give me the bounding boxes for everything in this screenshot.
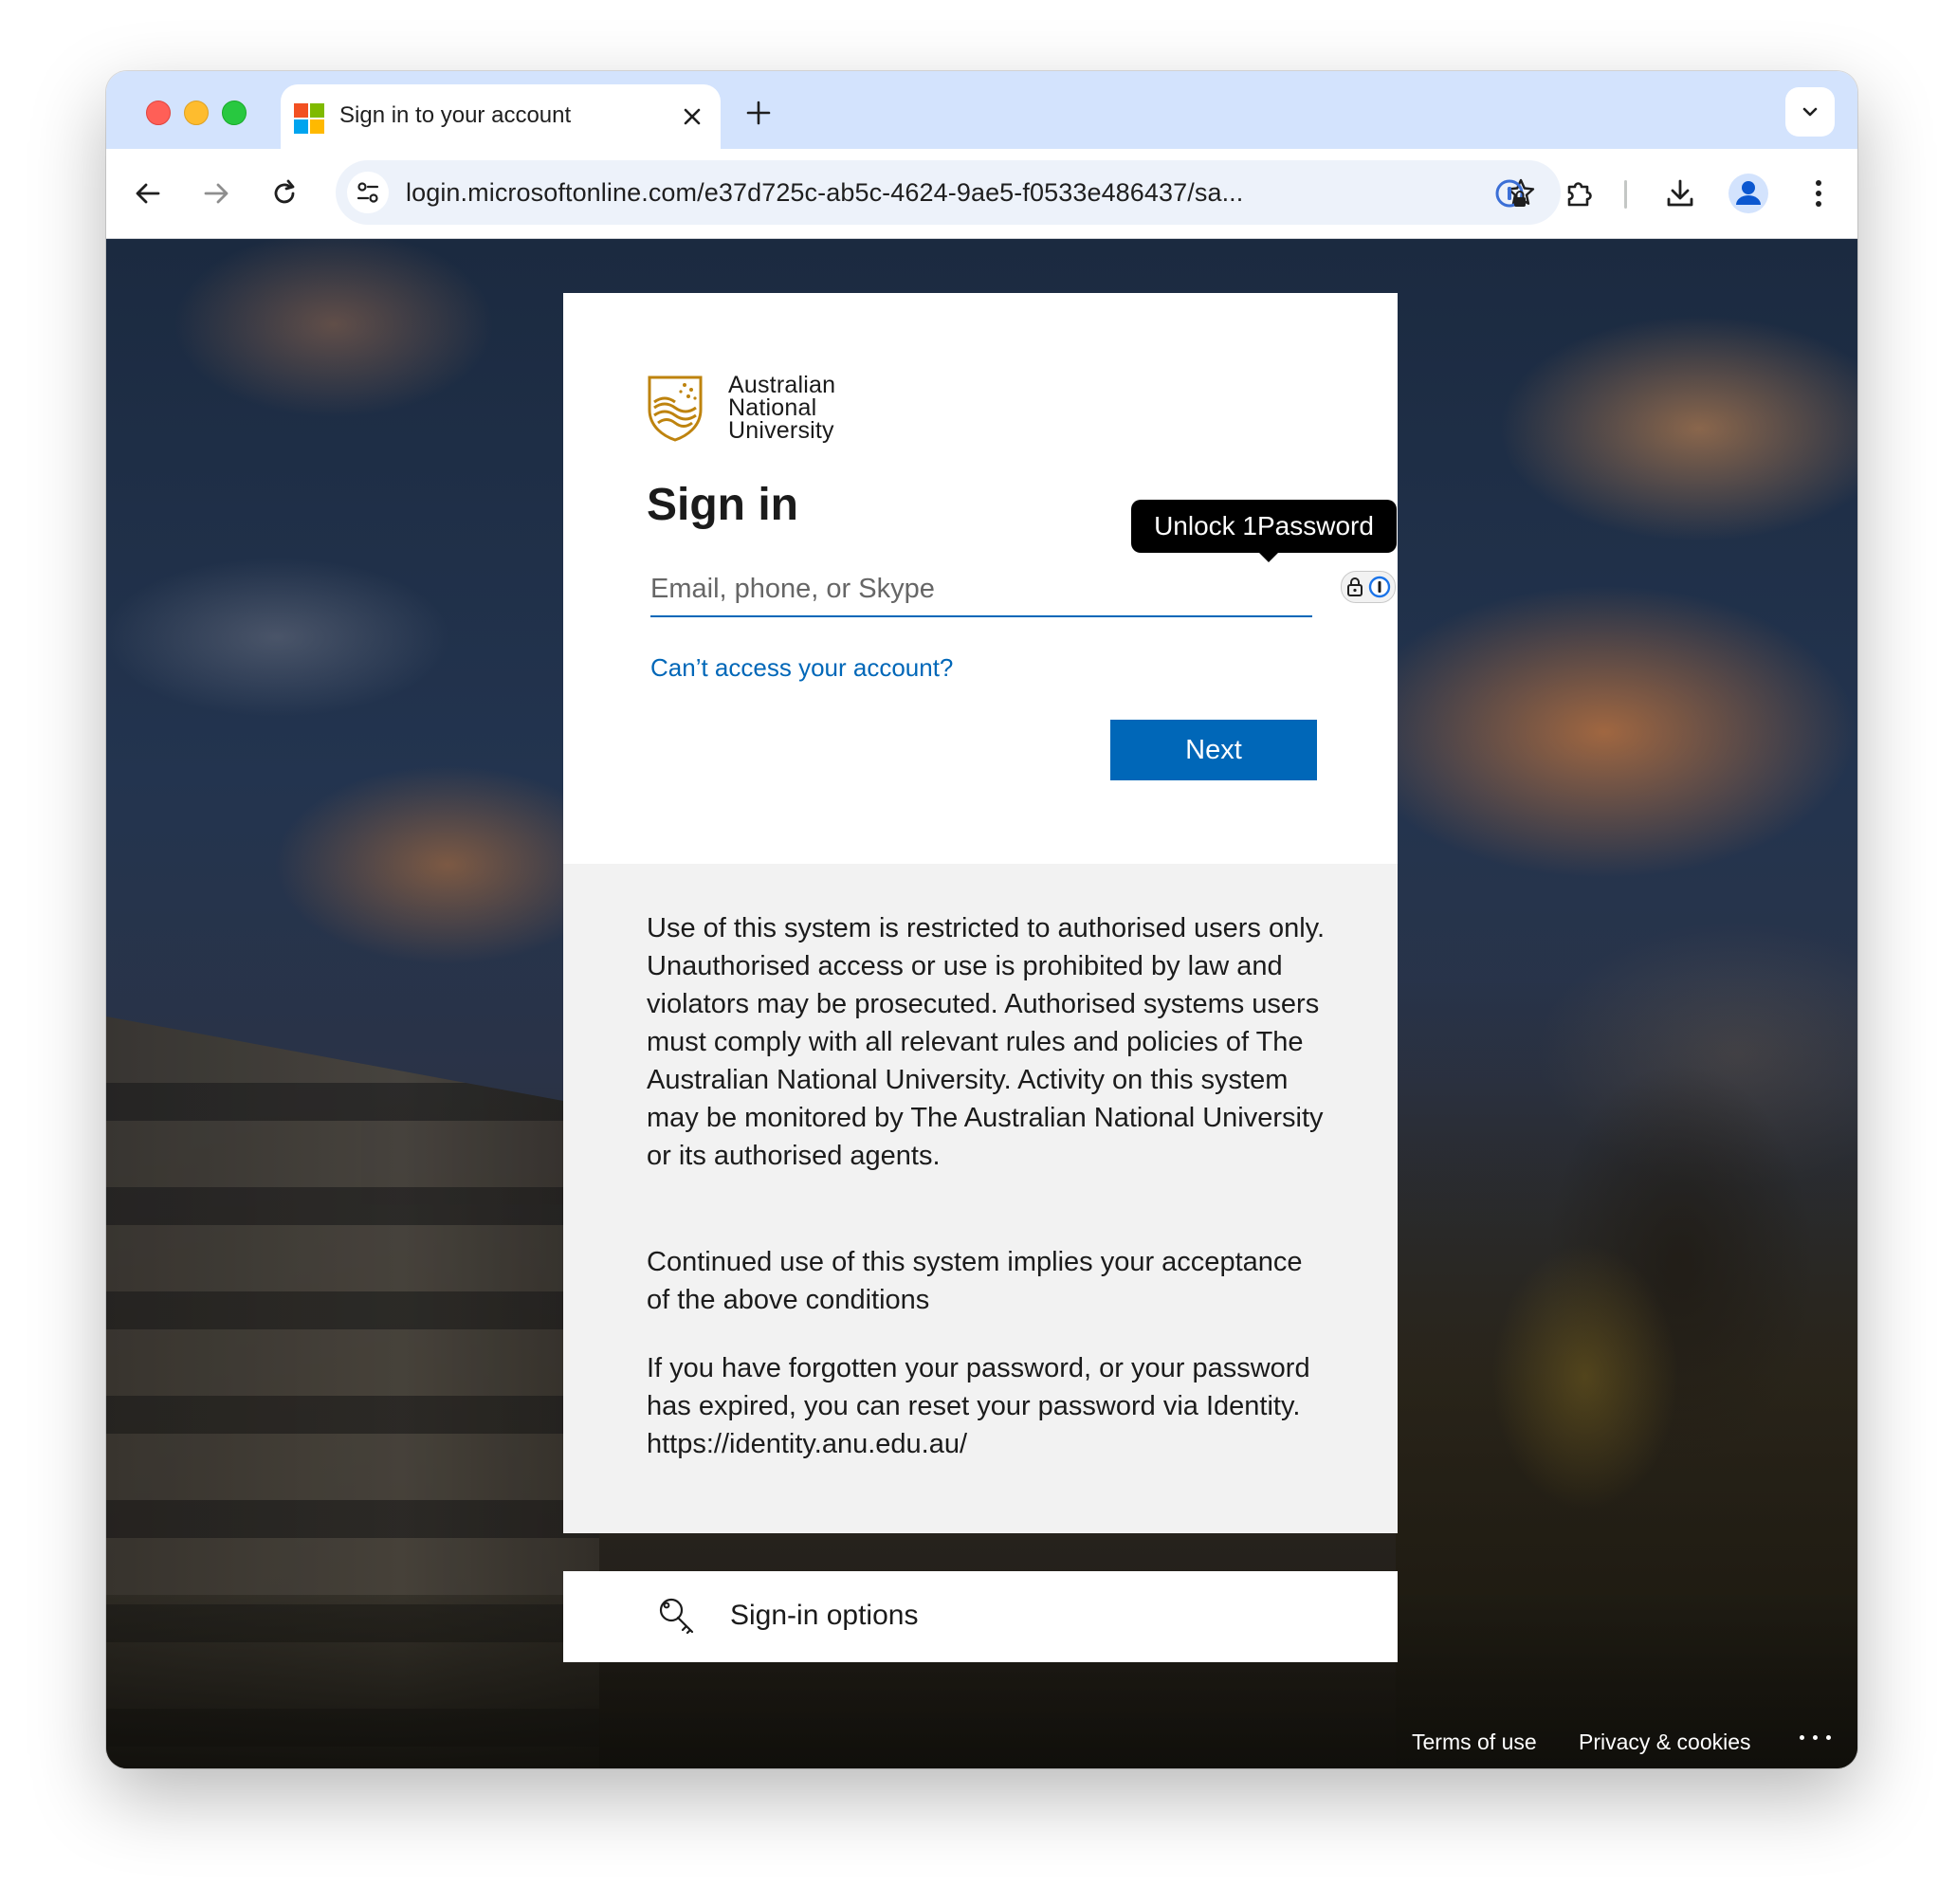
download-icon[interactable] [1659,173,1701,214]
anu-crest-icon [648,375,703,442]
1password-extension-icon[interactable] [1491,173,1532,214]
tab-close-icon[interactable] [677,101,707,132]
site-settings-icon[interactable] [347,172,389,213]
terms-of-use-link[interactable]: Terms of use [1412,1730,1537,1755]
browser-toolbar: login.microsoftonline.com/e37d725c-ab5c-… [106,149,1857,239]
profile-avatar-icon[interactable] [1726,171,1771,216]
page-title: Sign in [647,480,798,530]
zoom-window-button[interactable] [222,101,247,125]
notice-paragraph-1: Use of this system is restricted to auth… [647,913,1326,1171]
signin-card: Australian National University Sign in E… [563,293,1398,1533]
notice-paragraph-3: If you have forgotten your password, or … [647,1353,1310,1459]
extensions-puzzle-icon[interactable] [1559,173,1600,214]
tab-title: Sign in to your account [339,102,572,128]
logo-line-2: National [728,394,817,421]
address-bar[interactable]: login.microsoftonline.com/e37d725c-ab5c-… [336,160,1561,225]
new-tab-icon[interactable] [741,96,776,130]
url-text[interactable]: login.microsoftonline.com/e37d725c-ab5c-… [406,178,1354,208]
microsoft-logo-icon [294,103,324,134]
reload-icon[interactable] [267,176,302,211]
notice-paragraph-2: Continued use of this system implies you… [647,1247,1303,1315]
sign-in-options-button[interactable]: Sign-in options [563,1571,1398,1662]
forward-arrow-icon[interactable] [199,176,233,211]
next-button[interactable]: Next [1110,720,1317,780]
anu-logo: Australian National University [647,374,893,449]
anu-wordmark: Australian National University [728,372,836,444]
close-window-button[interactable] [146,101,171,125]
toolbar-divider [1624,180,1627,209]
logo-line-1: Australian [728,372,836,398]
lock-icon [1347,577,1363,596]
more-menu-icon[interactable] [1800,173,1838,214]
1password-logo-icon [1368,576,1391,598]
minimize-window-button[interactable] [184,101,209,125]
tab-search-chevron-icon[interactable] [1785,87,1835,137]
cant-access-account-link[interactable]: Can’t access your account? [650,653,953,683]
footer-more-icon[interactable] [1796,1724,1838,1743]
page-background: Australian National University Sign in E… [106,239,1857,1768]
tab-sign-in[interactable]: Sign in to your account [281,84,721,149]
back-arrow-icon[interactable] [131,176,165,211]
key-search-icon [654,1594,700,1639]
notice-panel: Use of this system is restricted to auth… [563,864,1398,1533]
privacy-cookies-link[interactable]: Privacy & cookies [1579,1730,1751,1755]
sign-in-options-label: Sign-in options [730,1600,919,1631]
onepassword-tooltip: Unlock 1Password [1131,500,1397,562]
tab-strip: Sign in to your account [106,71,1857,149]
email-field[interactable] [650,562,1312,617]
logo-line-3: University [728,417,834,444]
browser-window: Sign in to your account login.microsofto… [106,71,1857,1768]
1password-fill-icon[interactable] [1341,571,1396,603]
